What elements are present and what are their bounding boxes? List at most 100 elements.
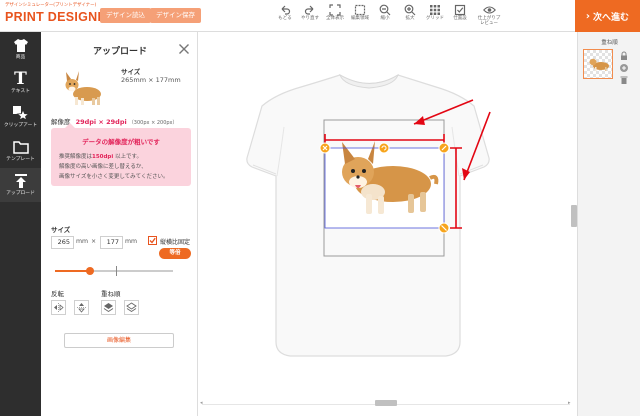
design-canvas[interactable] — [198, 32, 576, 416]
scroll-right-arrow[interactable]: ▸ — [568, 400, 571, 406]
send-backward-icon — [126, 302, 137, 313]
grid-tool[interactable]: グリッド — [421, 3, 449, 31]
keep-ratio-label: 縦横比固定 — [160, 239, 191, 246]
layer-item-image[interactable] — [583, 49, 613, 79]
resolution-pixels: （300px × 200px） — [128, 120, 178, 126]
times-symbol: × — [91, 238, 97, 245]
flip-vertical-button[interactable] — [74, 300, 89, 315]
flip-horizontal-button[interactable] — [51, 300, 66, 315]
clipart-icon — [12, 106, 29, 121]
layer-thumbnail-image — [589, 58, 609, 71]
warning-pointer — [65, 123, 75, 128]
sidebar-item-upload[interactable]: アップロード — [0, 168, 41, 202]
template-folder-icon — [12, 141, 29, 154]
sidebar-item-template[interactable]: テンプレート — [0, 134, 41, 168]
top-bar: デザインシミュレーター(プリントデザイナー) PRINT DESIGNER デザ… — [0, 0, 640, 32]
scale-slider-fill — [55, 270, 91, 272]
edit-area-icon — [354, 4, 366, 16]
rotate-handle[interactable] — [378, 142, 390, 154]
tshirt-icon — [13, 38, 28, 52]
grid-icon — [430, 5, 440, 15]
warning-line-1: 推奨解像度は150dpi 以上です。 — [59, 152, 142, 160]
align-tool[interactable]: 仕置設 — [446, 3, 474, 31]
scale-slider[interactable] — [55, 266, 173, 276]
undo-icon — [281, 5, 291, 15]
next-step-button[interactable]: › 次へ進む — [575, 0, 640, 32]
keep-ratio-checkbox[interactable] — [148, 236, 157, 245]
undo-label: もどる — [278, 16, 292, 21]
resize-handle[interactable] — [438, 222, 450, 234]
scale-slider-default-tick — [116, 266, 117, 276]
resolution-value: 29dpi × 29dpi — [75, 118, 127, 126]
edit-area-label: 編集領域 — [351, 16, 369, 21]
checkbox-icon — [454, 4, 466, 16]
align-label: 仕置設 — [453, 16, 467, 21]
zoom-out-icon — [379, 4, 391, 16]
chevron-right-icon: › — [585, 10, 591, 22]
scale-slider-thumb[interactable] — [86, 267, 95, 275]
lock-icon[interactable] — [619, 51, 629, 61]
horizontal-scrollbar[interactable] — [375, 400, 397, 406]
bring-forward-button[interactable] — [101, 300, 116, 315]
fit-screen-label: 全体表示 — [326, 16, 344, 21]
sidebar-item-product-label: 商品 — [15, 55, 26, 60]
layer-panel: 重ね順 — [577, 32, 640, 416]
fit-screen-icon — [329, 4, 341, 16]
eye-icon — [482, 6, 496, 14]
left-sidebar: 商品 T テキスト クリップアート テンプレート アップロード — [0, 32, 41, 416]
next-step-label: 次へ進む — [593, 12, 630, 23]
resolution-warning: データの解像度が粗いです 推奨解像度は150dpi 以上です。 解像度の高い画像… — [51, 123, 191, 186]
delete-handle[interactable] — [319, 142, 331, 154]
edit-image-button[interactable]: 画像編集 — [64, 333, 174, 348]
warning-line-2: 解像度の高い画像に差し替えるか、 — [59, 164, 147, 170]
sidebar-item-clipart[interactable]: クリップアート — [0, 100, 41, 134]
zoom-in-label: 拡大 — [405, 16, 415, 21]
text-icon: T — [14, 69, 27, 89]
image-size-label: サイズ — [121, 68, 141, 76]
redo-tool[interactable]: やり直す — [296, 3, 324, 31]
panel-title: アップロード — [93, 47, 148, 57]
image-size-value: 265mm × 177mm — [121, 76, 181, 84]
warning-recommended-dpi: 150dpi — [92, 154, 114, 160]
preview-tool[interactable]: 仕上がりプレビュー — [471, 3, 507, 31]
placed-image[interactable] — [325, 141, 444, 228]
width-input[interactable]: 265 — [51, 236, 74, 249]
warning-line-3: 画像サイズを小さく変更してみてください。 — [59, 174, 169, 180]
save-design-button[interactable]: デザイン保存 — [150, 8, 201, 23]
sidebar-item-product[interactable]: 商品 — [0, 32, 41, 66]
logo[interactable]: デザインシミュレーター(プリントデザイナー) PRINT DESIGNER — [5, 3, 115, 29]
trash-icon[interactable] — [619, 75, 629, 85]
order-label: 重ね順 — [101, 290, 121, 298]
corner-handle-top-right[interactable] — [438, 142, 450, 154]
zoom-in-icon — [404, 4, 416, 16]
sidebar-item-template-label: テンプレート — [6, 157, 35, 162]
duplicate-icon[interactable] — [619, 63, 629, 73]
zoom-out-tool[interactable]: 縮小 — [371, 3, 399, 31]
height-input[interactable]: 177 — [100, 236, 123, 249]
uploaded-image-thumbnail[interactable] — [57, 68, 107, 110]
upload-panel: アップロード サイズ 265mm × 177mm 解像度 29dpi × 29d… — [41, 32, 198, 416]
edit-area-tool[interactable]: 編集領域 — [346, 3, 374, 31]
height-unit: mm — [125, 238, 138, 245]
sidebar-item-clipart-label: クリップアート — [3, 123, 38, 128]
send-backward-button[interactable] — [124, 300, 139, 315]
equal-size-button[interactable]: 等倍 — [159, 248, 191, 259]
sidebar-item-text[interactable]: T テキスト — [0, 66, 41, 100]
redo-icon — [304, 5, 314, 15]
preview-label: 仕上がりプレビュー — [477, 16, 501, 26]
grid-label: グリッド — [426, 16, 444, 21]
canvas-scene — [246, 73, 491, 357]
flip-label: 反転 — [51, 290, 64, 298]
upload-icon — [14, 174, 27, 188]
scroll-left-arrow[interactable]: ◂ — [200, 400, 203, 406]
close-icon[interactable] — [178, 43, 190, 55]
zoom-in-tool[interactable]: 拡大 — [396, 3, 424, 31]
undo-tool[interactable]: もどる — [271, 3, 299, 31]
warning-line-1-suffix: 以上です。 — [113, 154, 142, 160]
size-section-label: サイズ — [51, 226, 71, 234]
load-design-button[interactable]: デザイン読込 — [100, 8, 151, 23]
checkmark-icon — [149, 237, 156, 244]
redo-label: やり直す — [301, 16, 319, 21]
flip-horizontal-icon — [54, 303, 64, 312]
fit-screen-tool[interactable]: 全体表示 — [321, 3, 349, 31]
